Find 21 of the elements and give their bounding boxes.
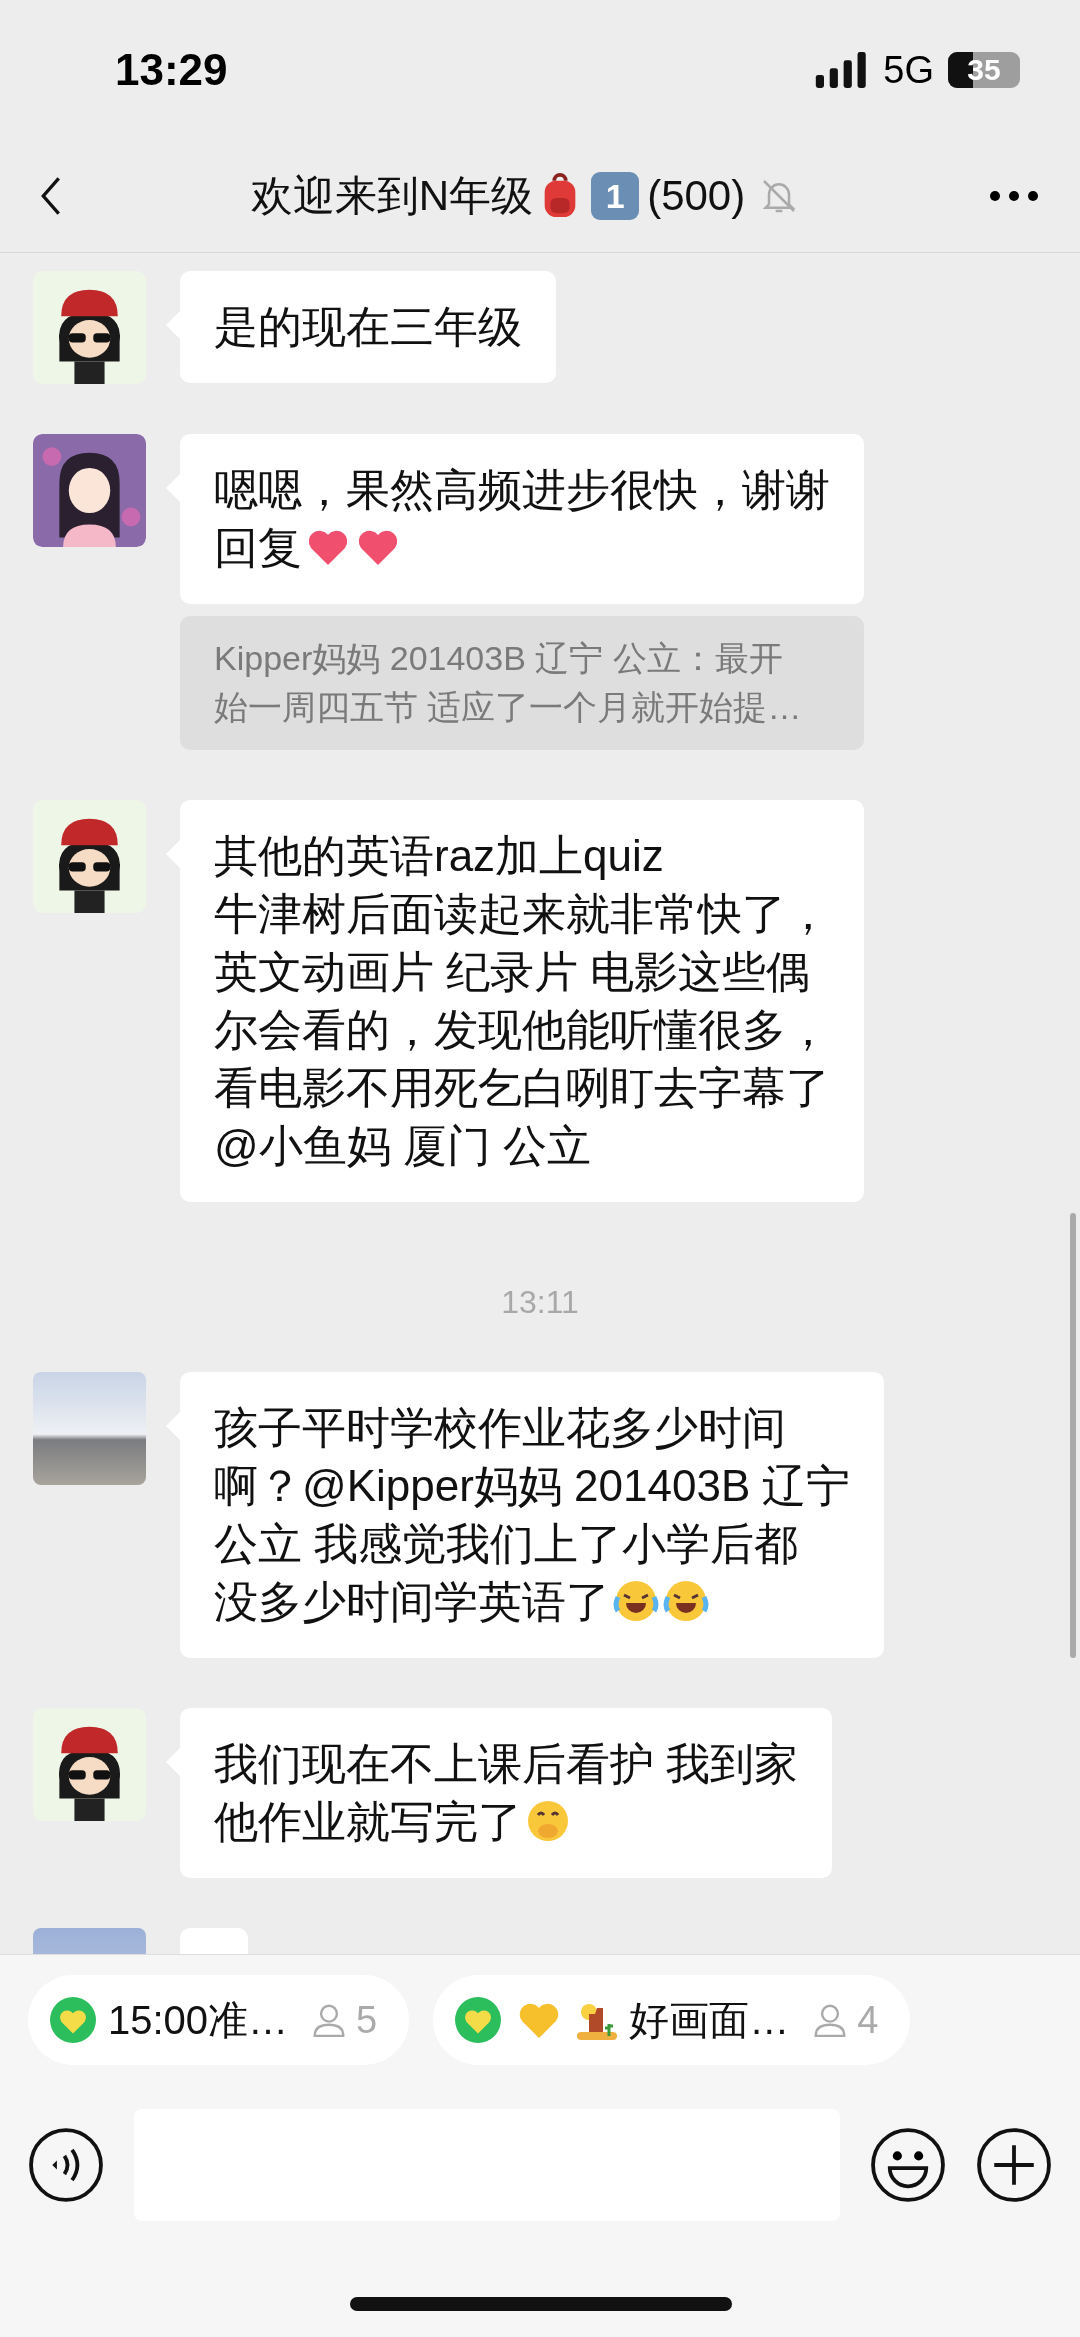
live-chip[interactable]: 好画面… 4 xyxy=(433,1975,911,2065)
heart-badge-icon xyxy=(50,1997,96,2043)
message-bubble: 嗯嗯，果然高频进步很快，谢谢 回复 xyxy=(180,434,864,604)
emoji-icon[interactable] xyxy=(870,2127,946,2203)
voice-icon[interactable] xyxy=(28,2127,104,2203)
message-time: 13:11 xyxy=(501,1283,579,1322)
chat-title: 欢迎来到N年级 xyxy=(250,171,534,221)
message-bubble: 是的现在三年级 xyxy=(180,271,556,383)
network-label: 5G xyxy=(883,48,934,92)
add-icon[interactable] xyxy=(976,2127,1052,2203)
chevron-left-icon xyxy=(40,176,62,216)
live-chip[interactable]: 15:00准… 5 xyxy=(28,1975,410,2065)
message-bubble: 孩子平时学校作业花多少时间 啊？@Kipper妈妈 201403B 辽宁 公立 我感觉我们上了小学后都 没多少时间学英语了 xyxy=(180,1372,885,1658)
keycap-badge: 1 xyxy=(591,172,640,220)
more-icon xyxy=(988,190,1040,202)
heart-badge-icon xyxy=(455,1997,502,2043)
quoted-message: Kipper妈妈 201403B 辽宁 公立：最开 始一周四五节 适应了一个月就开始提… xyxy=(180,616,864,750)
message-bubble: 我们现在不上课后看护 我到家 他作业就写完了 xyxy=(180,1708,833,1878)
status-time: 13:29 xyxy=(115,45,228,95)
message-bubble: 其他的英语raz加上quiz 牛津树后面读起来就非常快了， 英文动画片 纪录片 电影这些偶 尔会看的，发现他能听懂很多， 看电影不用死乞白咧盯去字幕了 @小鱼妈 厦门 公立 xyxy=(180,800,864,1202)
chat-title: (500) xyxy=(647,172,746,220)
